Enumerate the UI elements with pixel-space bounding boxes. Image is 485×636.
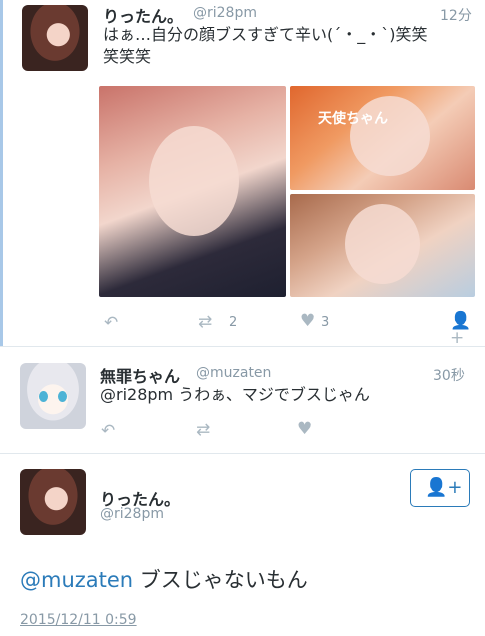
tweet-1[interactable]: りったん。 @ri28pm 12分 はぁ…自分の顔ブスすぎて辛い(´・_・`)笑… (0, 0, 485, 347)
tweet-body: うわぁ、マジでブスじゃん (173, 385, 370, 404)
retweet-icon[interactable]: ⇄ (196, 422, 210, 439)
tweet-text: はぁ…自分の顔ブスすぎて辛い(´・_・`)笑笑 笑笑笑 (103, 24, 428, 68)
tweet-3[interactable]: りったん。 @ri28pm 👤+ @muzaten ブスじゃないもん 2015/… (0, 453, 485, 636)
mention-link[interactable]: @ri28pm (100, 385, 173, 404)
tweet-photo[interactable] (290, 194, 475, 297)
tweet-text: @ri28pm うわぁ、マジでブスじゃん (100, 384, 370, 406)
add-user-icon: 👤+ (425, 477, 463, 498)
tweet-2[interactable]: 無罪ちゃん @muzaten 30秒 @ri28pm うわぁ、マジでブスじゃん … (0, 346, 485, 453)
heart-icon[interactable]: ♥ (297, 421, 312, 438)
tweet-photo[interactable] (99, 86, 286, 297)
author-handle[interactable]: @ri28pm (100, 506, 164, 522)
mention-link[interactable]: @muzaten (20, 568, 133, 592)
avatar[interactable] (20, 469, 86, 535)
heart-icon[interactable]: ♥ (300, 313, 315, 330)
avatar[interactable] (22, 5, 88, 71)
retweet-count: 2 (229, 315, 238, 330)
avatar[interactable] (20, 363, 86, 429)
tweet-text-line: はぁ…自分の顔ブスすぎて辛い(´・_・`)笑笑 (103, 25, 428, 44)
photo-face (149, 126, 239, 236)
photo-face (345, 204, 420, 284)
follow-button[interactable]: 👤+ (410, 469, 470, 507)
timestamp[interactable]: 30秒 (433, 365, 465, 385)
timestamp[interactable]: 12分 (440, 5, 472, 25)
reply-icon[interactable]: ↶ (101, 423, 115, 440)
avatar-eye (39, 391, 48, 402)
tweet-date[interactable]: 2015/12/11 0:59 (20, 612, 137, 628)
add-user-icon[interactable]: 👤+ (450, 313, 485, 347)
tweet-body: ブスじゃないもん (133, 568, 308, 592)
avatar-eye (58, 391, 67, 402)
retweet-icon[interactable]: ⇄ (198, 314, 212, 331)
tweet-text-line: 笑笑笑 (103, 47, 152, 66)
like-count: 3 (321, 315, 330, 330)
author-handle[interactable]: @muzaten (196, 365, 271, 381)
photo-caption: 天使ちゃん (318, 111, 388, 127)
tweet-photo[interactable]: 天使ちゃん (290, 86, 475, 190)
reply-icon[interactable]: ↶ (104, 315, 118, 332)
tweet-text: @muzaten ブスじゃないもん (20, 566, 308, 594)
author-handle[interactable]: @ri28pm (193, 5, 257, 21)
